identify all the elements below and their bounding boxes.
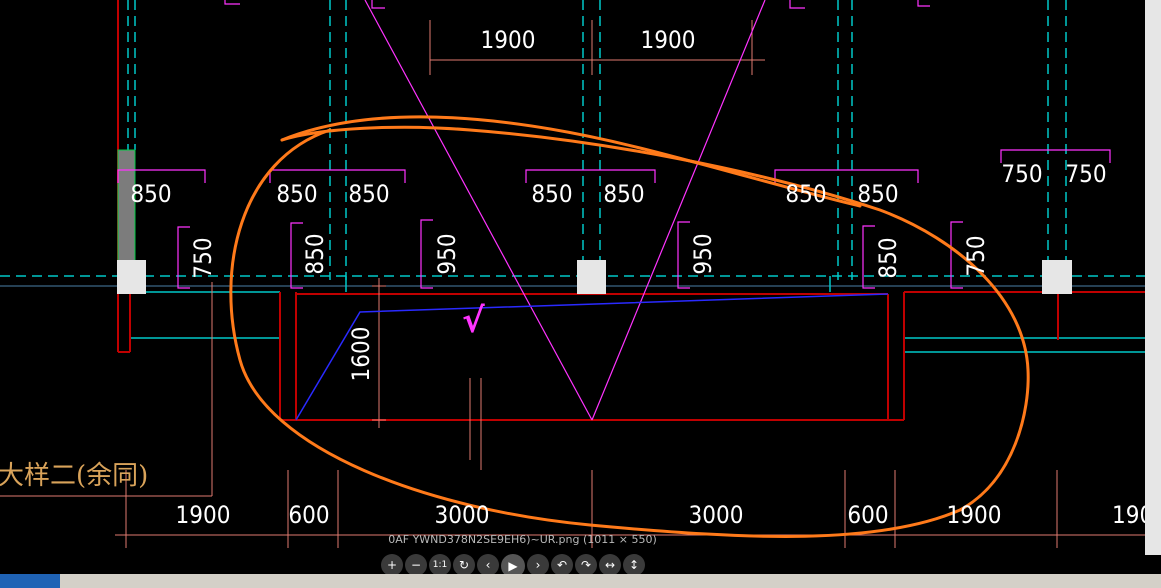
- dim-bottom-6: 1900: [947, 501, 1002, 529]
- blue-slope-line: [295, 293, 889, 421]
- rotate-icon[interactable]: ↻: [453, 554, 475, 576]
- viewer-scroll-edge: [1145, 0, 1161, 555]
- zoom-in-button[interactable]: +: [381, 554, 403, 576]
- dim-bottom-3: 3000: [435, 501, 490, 529]
- zoom-out-button[interactable]: −: [405, 554, 427, 576]
- dim-top-2: 1900: [641, 26, 696, 54]
- dim-vert-2: 850: [301, 233, 329, 274]
- dim-right-1: 750: [1001, 160, 1042, 188]
- dim-row2-5: 850: [603, 180, 644, 208]
- dim-row2-7: 850: [857, 180, 898, 208]
- next-button[interactable]: ›: [527, 554, 549, 576]
- dim-bottom-5: 600: [847, 501, 888, 529]
- previous-button[interactable]: ‹: [477, 554, 499, 576]
- rotate-right-button[interactable]: ↷: [575, 554, 597, 576]
- dim-right-2: 750: [1065, 160, 1106, 188]
- dim-vert-7: 1600: [347, 327, 375, 382]
- fit-width-button[interactable]: ↔: [599, 554, 621, 576]
- taskbar-strip: [0, 574, 1161, 588]
- dim-vert-4: 950: [689, 233, 717, 274]
- wall-lines: [0, 276, 1145, 353]
- dim-vert-3: 950: [433, 233, 461, 274]
- dimension-lines: [0, 20, 1145, 548]
- dim-vert-5: 850: [874, 237, 902, 278]
- red-walls: [117, 0, 1145, 421]
- dim-bottom-2: 600: [288, 501, 329, 529]
- check-mark: √: [462, 301, 485, 341]
- fit-height-button[interactable]: ↕: [623, 554, 645, 576]
- dim-row2-6: 850: [785, 180, 826, 208]
- rotate-left-button[interactable]: ↶: [551, 554, 573, 576]
- dim-bottom-1: 1900: [176, 501, 231, 529]
- detail-caption: 大样二(余同): [0, 461, 148, 491]
- taskbar-button[interactable]: [0, 574, 60, 588]
- dim-row2-3: 850: [348, 180, 389, 208]
- dim-vert-6: 750: [962, 235, 990, 276]
- dim-row2-2: 850: [276, 180, 317, 208]
- actual-size-button[interactable]: 1:1: [429, 554, 451, 576]
- dim-bottom-4: 3000: [689, 501, 744, 529]
- dim-top-1: 1900: [481, 26, 536, 54]
- cad-drawing-canvas: 1900 1900 850 850 850 850 850 850 850 75…: [0, 0, 1145, 548]
- dim-bottom-7: 190: [1112, 501, 1145, 529]
- dim-vert-1: 750: [189, 237, 217, 278]
- dim-row2-4: 850: [531, 180, 572, 208]
- image-file-caption: 0AF YWND378N2SE9EH6)~UR.png (1011 × 550): [388, 533, 657, 546]
- columns: [117, 149, 1072, 294]
- dim-row2-1: 850: [130, 180, 171, 208]
- magenta-brackets: [117, 0, 1111, 421]
